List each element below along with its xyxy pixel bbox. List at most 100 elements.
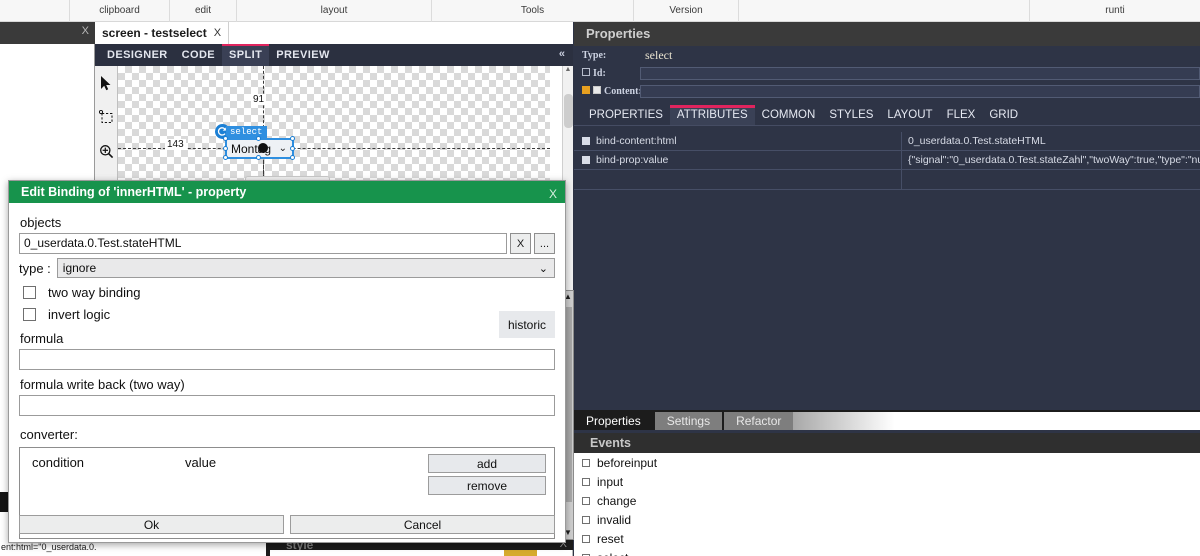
- tab-grid[interactable]: GRID: [982, 105, 1025, 125]
- two-way-binding-checkbox[interactable]: [23, 286, 36, 299]
- tab-properties-bottom[interactable]: Properties: [574, 412, 653, 430]
- ribbon-item-runtime[interactable]: runti: [1029, 0, 1200, 22]
- tab-settings[interactable]: Settings: [654, 412, 723, 430]
- marquee-icon[interactable]: [95, 100, 118, 134]
- objects-input[interactable]: 0_userdata.0.Test.stateHTML: [19, 233, 507, 254]
- type-select[interactable]: ignore ⌄: [56, 258, 555, 278]
- event-checkbox[interactable]: [582, 477, 590, 486]
- formula-label: formula: [20, 331, 64, 346]
- table-row[interactable]: [574, 170, 1200, 190]
- attribute-checkbox[interactable]: [582, 137, 590, 145]
- tab-styles[interactable]: STYLES: [822, 105, 880, 125]
- tab-bar-filler: [793, 412, 1200, 430]
- event-checkbox[interactable]: [582, 534, 590, 543]
- mouse-cursor-icon: [258, 143, 268, 153]
- table-row[interactable]: bind-prop:value {"signal":"0_userdata.0.…: [574, 150, 1200, 170]
- property-row-type: Type: select: [574, 46, 1200, 64]
- add-converter-button[interactable]: add: [428, 454, 546, 473]
- attribute-checkbox[interactable]: [582, 156, 590, 164]
- content-checkbox[interactable]: [593, 85, 601, 94]
- left-panel-close-icon[interactable]: X: [82, 25, 89, 37]
- resize-handle-ne[interactable]: [290, 136, 295, 141]
- tab-screen-testselect[interactable]: screen - testselect X: [95, 22, 230, 44]
- resize-handle-se[interactable]: [290, 155, 295, 160]
- ribbon-item-tools[interactable]: Tools: [432, 0, 634, 22]
- pointer-icon[interactable]: [95, 66, 118, 100]
- property-id-label: Id:: [582, 67, 640, 79]
- clear-objects-button[interactable]: X: [510, 233, 531, 254]
- attribute-value[interactable]: 0_userdata.0.Test.stateHTML: [902, 132, 1200, 151]
- ribbon-item-spacer: [739, 0, 1029, 22]
- mode-preview[interactable]: PREVIEW: [269, 44, 337, 66]
- dialog-title-bar: Edit Binding of 'innerHTML' - property X: [9, 181, 565, 203]
- tab-refactor[interactable]: Refactor: [724, 412, 794, 430]
- events-section-title: Events: [574, 433, 1200, 453]
- chevron-down-icon: ⌄: [538, 263, 548, 275]
- resize-handle-sw[interactable]: [223, 155, 228, 160]
- attribute-value[interactable]: {"signal":"0_userdata.0.Test.stateZahl",…: [902, 151, 1200, 170]
- tab-layout[interactable]: LAYOUT: [880, 105, 939, 125]
- resize-handle-n[interactable]: [256, 136, 261, 141]
- property-type-value: select: [645, 47, 673, 62]
- resize-handle-nw[interactable]: [223, 136, 228, 141]
- attribute-value[interactable]: [902, 170, 1200, 189]
- event-checkbox[interactable]: [582, 515, 590, 524]
- ribbon-item-0[interactable]: [0, 0, 70, 22]
- ok-button[interactable]: Ok: [19, 515, 284, 534]
- list-item[interactable]: reset: [574, 529, 1200, 548]
- attribute-name: [574, 170, 902, 189]
- content-color-swatch[interactable]: [582, 85, 590, 94]
- ribbon-item-edit[interactable]: edit: [170, 0, 237, 22]
- editor-tab-strip: screen - testselect X: [95, 22, 573, 44]
- converter-label: converter:: [20, 427, 78, 442]
- formula-input[interactable]: [19, 349, 555, 370]
- list-item[interactable]: change: [574, 491, 1200, 510]
- formula-writeback-input[interactable]: [19, 395, 555, 416]
- collapse-icon[interactable]: «: [559, 48, 565, 60]
- tab-attributes[interactable]: ATTRIBUTES: [669, 105, 755, 125]
- tab-properties[interactable]: PROPERTIES: [582, 105, 670, 125]
- invert-logic-row[interactable]: invert logic: [19, 307, 555, 322]
- ribbon-item-clipboard[interactable]: clipboard: [70, 0, 170, 22]
- ribbon-item-version[interactable]: Version: [634, 0, 739, 22]
- cancel-button[interactable]: Cancel: [290, 515, 555, 534]
- mode-designer[interactable]: DESIGNER: [100, 44, 175, 66]
- attributes-table: bind-content:html 0_userdata.0.Test.stat…: [574, 131, 1200, 190]
- ribbon-item-layout[interactable]: layout: [237, 0, 432, 22]
- browse-objects-button[interactable]: ...: [534, 233, 555, 254]
- property-row-content: Content:: [574, 82, 1200, 100]
- resize-handle-w[interactable]: [223, 146, 228, 151]
- list-item[interactable]: beforeinput: [574, 453, 1200, 472]
- mode-split[interactable]: SPLIT: [222, 44, 270, 66]
- id-checkbox[interactable]: [582, 67, 590, 76]
- objects-label: objects: [20, 215, 62, 230]
- tab-flex[interactable]: FLEX: [940, 105, 983, 125]
- type-row: type : ignore ⌄: [19, 258, 555, 278]
- dialog-close-icon[interactable]: X: [549, 183, 557, 205]
- invert-logic-checkbox[interactable]: [23, 308, 36, 321]
- events-list: beforeinput input change invalid reset s…: [574, 453, 1200, 556]
- list-item[interactable]: invalid: [574, 510, 1200, 529]
- remove-converter-button[interactable]: remove: [428, 476, 546, 495]
- mode-code[interactable]: CODE: [175, 44, 222, 66]
- table-row[interactable]: bind-content:html 0_userdata.0.Test.stat…: [574, 131, 1200, 151]
- zoom-icon[interactable]: [95, 134, 118, 168]
- two-way-binding-row[interactable]: two way binding: [19, 285, 555, 300]
- list-item[interactable]: select: [574, 548, 1200, 556]
- resize-handle-s[interactable]: [256, 155, 261, 160]
- canvas-scroll-up-icon[interactable]: ▲: [563, 66, 573, 73]
- event-label: select: [597, 551, 628, 556]
- tab-common[interactable]: COMMON: [755, 105, 823, 125]
- resize-handle-e[interactable]: [290, 146, 295, 151]
- property-row-id: Id:: [574, 64, 1200, 82]
- event-checkbox[interactable]: [582, 458, 590, 467]
- id-input[interactable]: [640, 66, 1200, 80]
- tab-close-icon[interactable]: X: [214, 27, 221, 39]
- list-item[interactable]: input: [574, 472, 1200, 491]
- style-panel-highlight: [504, 550, 537, 556]
- event-checkbox[interactable]: [582, 496, 590, 505]
- historic-button[interactable]: historic: [499, 311, 555, 338]
- formula-writeback-label: formula write back (two way): [20, 377, 185, 392]
- content-input[interactable]: [640, 84, 1200, 98]
- canvas-scroll-thumb[interactable]: [564, 94, 573, 128]
